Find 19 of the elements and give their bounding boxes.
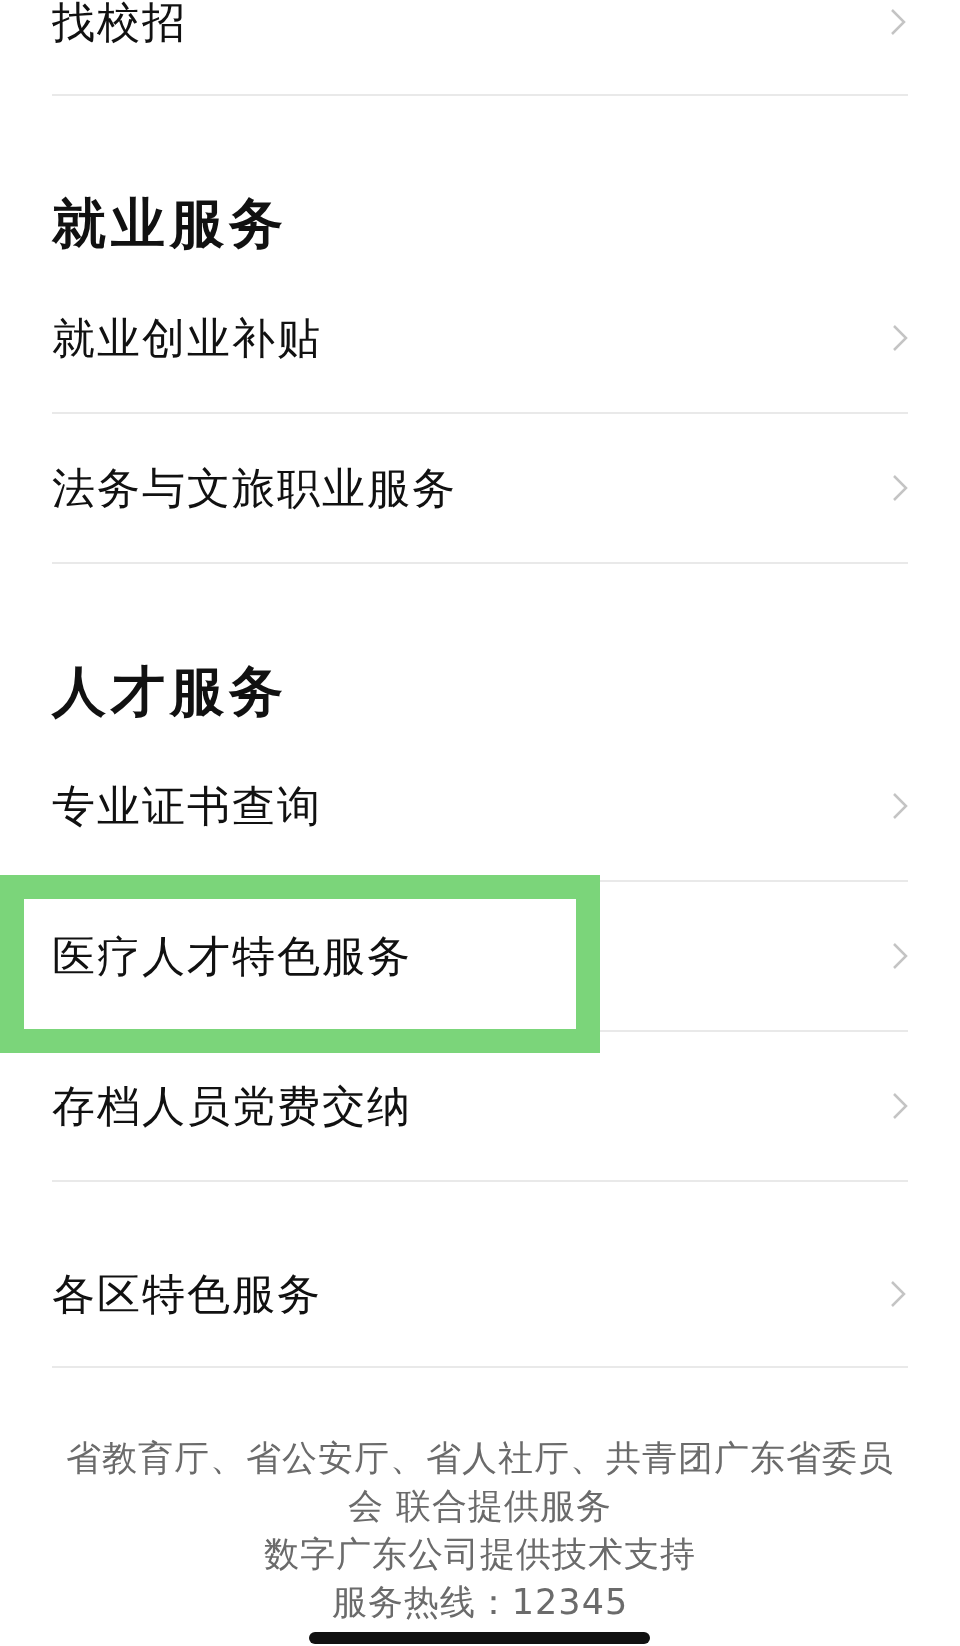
- chevron-right-icon: [892, 324, 908, 352]
- chevron-right-icon: [892, 942, 908, 970]
- chevron-right-icon: [892, 792, 908, 820]
- chevron-right-icon: [892, 474, 908, 502]
- menu-item[interactable]: 找校招: [52, 0, 187, 46]
- menu-item[interactable]: 医疗人才特色服务: [52, 932, 412, 980]
- section-title: 就业服务: [52, 194, 288, 254]
- chevron-right-icon: [890, 8, 906, 36]
- chevron-right-icon: [890, 1280, 906, 1308]
- menu-item[interactable]: 专业证书查询: [52, 782, 322, 830]
- footer-text: 省教育厅、省公安厅、省人社厅、共青团广东省委员会 联合提供服务: [65, 1437, 895, 1528]
- footer-text: 数字广东公司提供技术支持: [264, 1533, 696, 1576]
- footer-text: 服务热线：12345: [331, 1581, 629, 1624]
- menu-item[interactable]: 法务与文旅职业服务: [52, 464, 457, 512]
- section-title: 人才服务: [52, 662, 288, 722]
- menu-item[interactable]: 各区特色服务: [52, 1270, 322, 1318]
- menu-item[interactable]: 就业创业补贴: [52, 314, 322, 362]
- chevron-right-icon: [892, 1092, 908, 1120]
- menu-item[interactable]: 存档人员党费交纳: [52, 1082, 412, 1130]
